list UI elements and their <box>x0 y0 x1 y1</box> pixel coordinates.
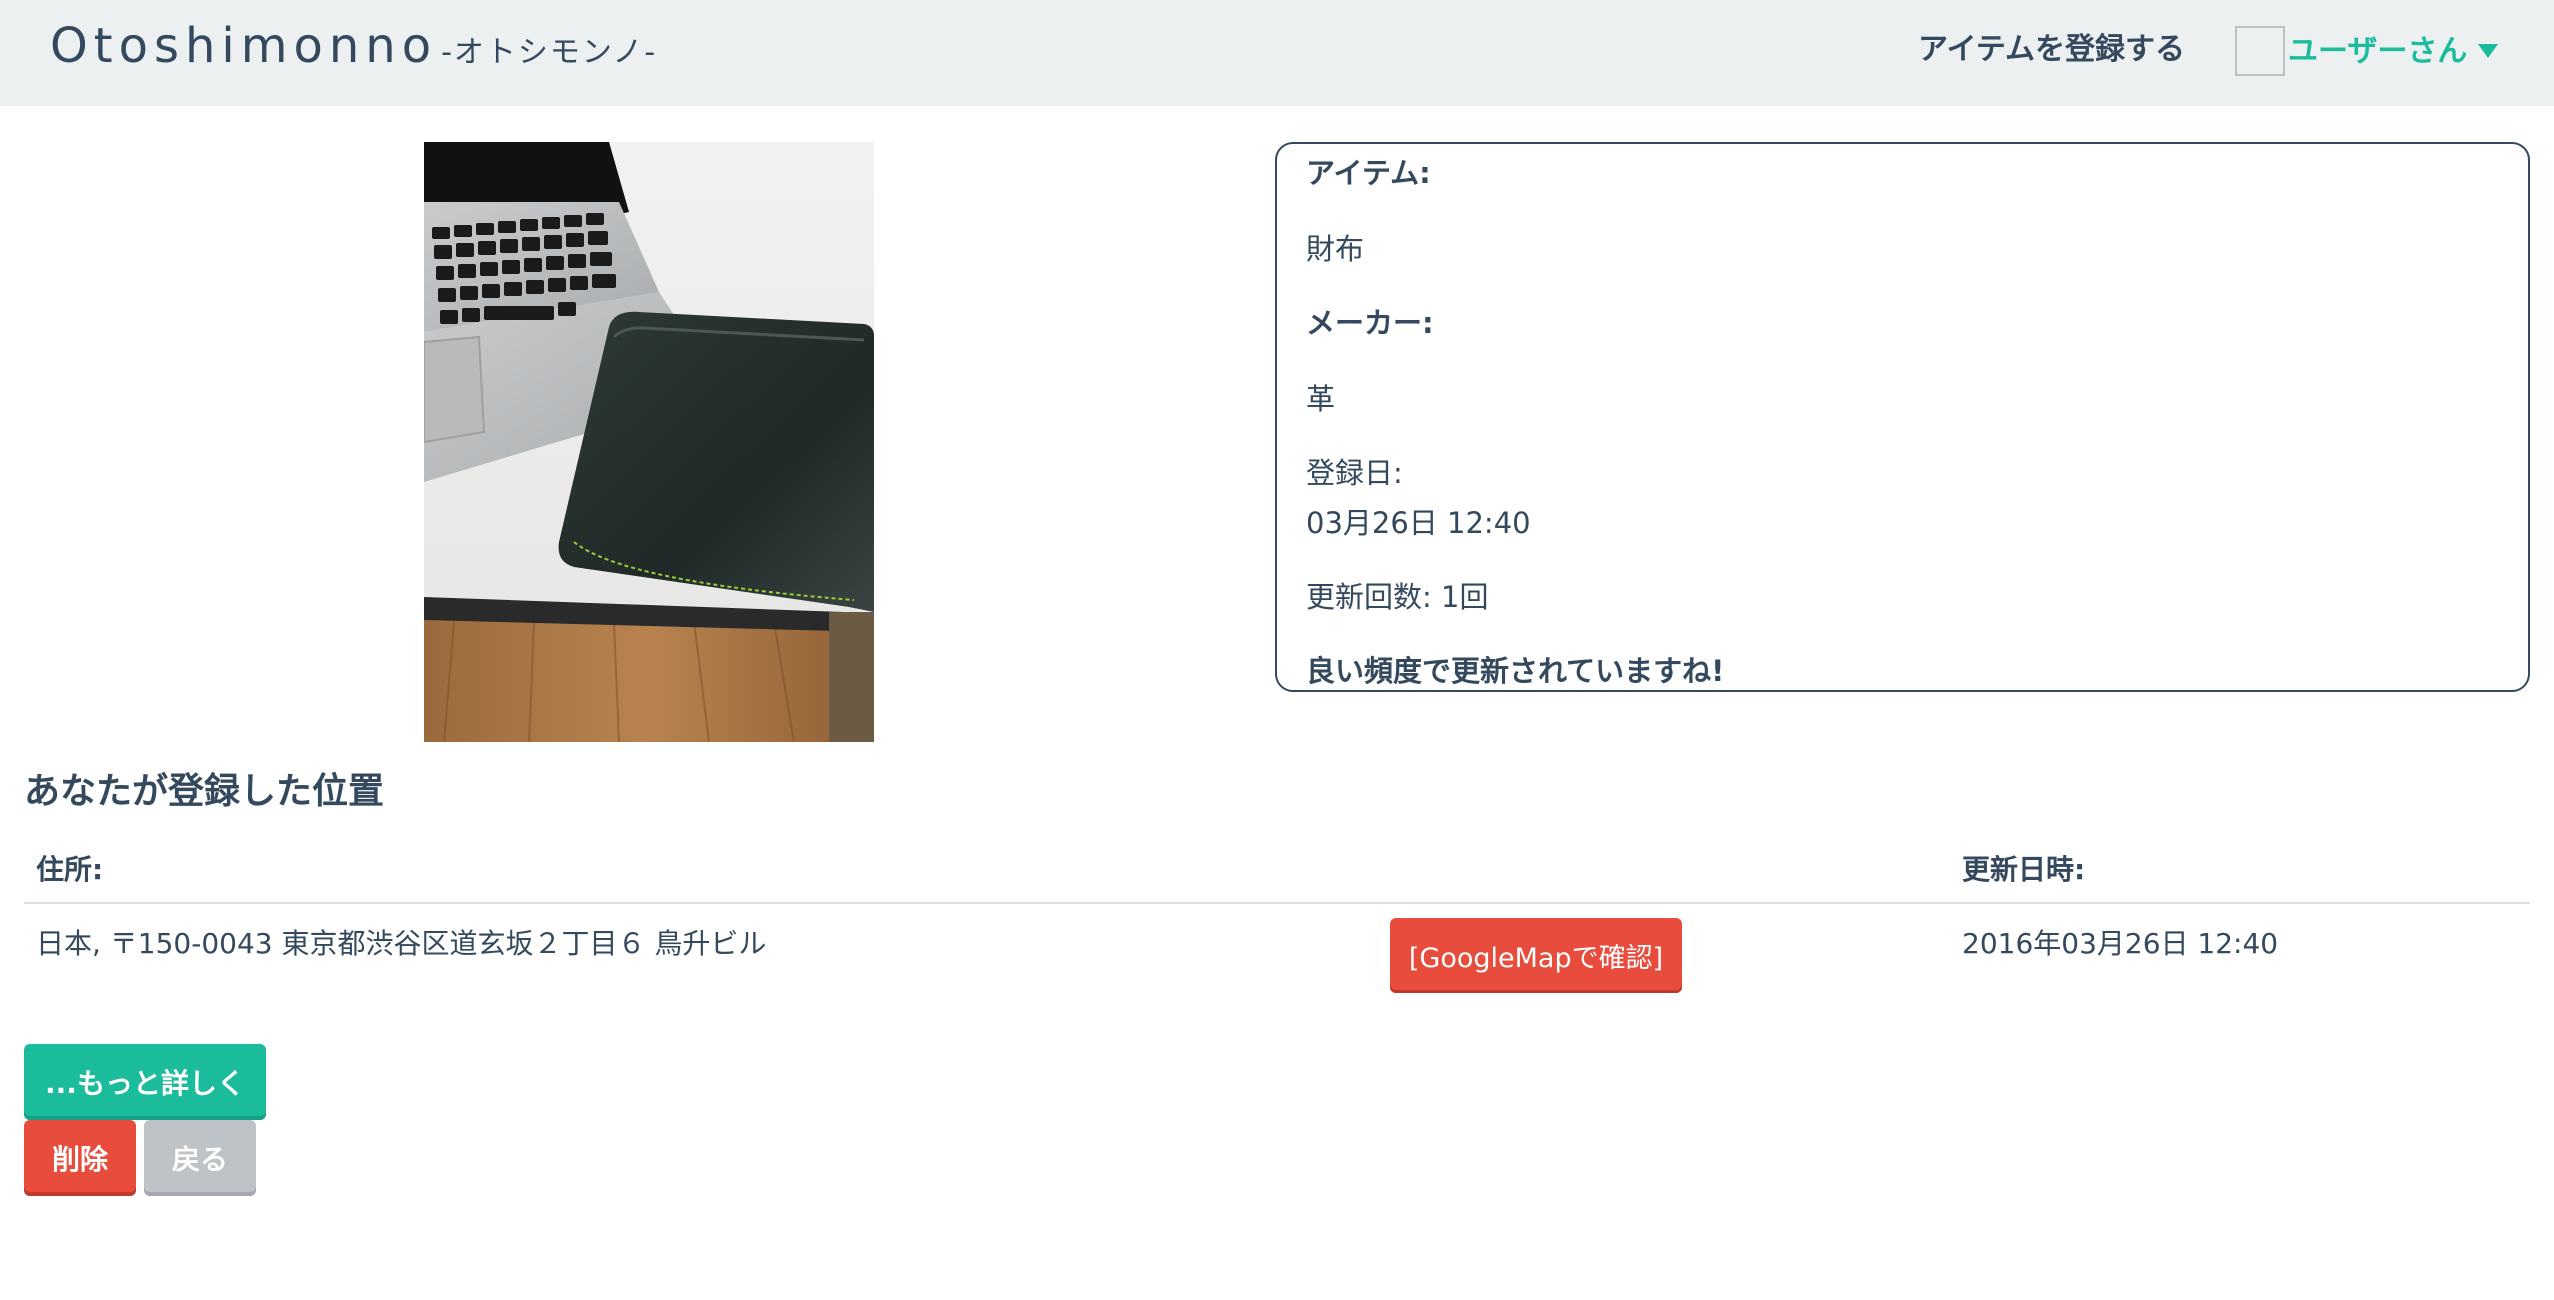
update-message: 良い頻度で更新されていますね! <box>1306 654 1725 688</box>
brand-name: Otoshimonno <box>50 18 438 74</box>
table-divider <box>24 902 2530 904</box>
registered-value: 03月26日 12:40 <box>1306 506 1531 540</box>
navbar: Otoshimonno -オトシモンノ- アイテムを登録する ユーザーさん <box>0 0 2554 106</box>
more-details-button[interactable]: ...もっと詳しく <box>24 1044 266 1120</box>
google-map-button[interactable]: [GoogleMapで確認] <box>1390 918 1682 993</box>
user-avatar[interactable] <box>2235 26 2285 76</box>
updated-cell: 2016年03月26日 12:40 <box>1962 927 2279 960</box>
location-title: あなたが登録した位置 <box>24 771 385 812</box>
brand-subtitle: -オトシモンノ- <box>441 35 658 70</box>
register-item-link[interactable]: アイテムを登録する <box>1918 24 2185 68</box>
address-cell: 日本, 〒150-0043 東京都渋谷区道玄坂２丁目６ 鳥升ビル <box>36 927 767 960</box>
item-detail-panel: アイテム: 財布 メーカー: 革 登録日: 03月26日 12:40 更新回数:… <box>1275 142 2530 692</box>
registered-label: 登録日: <box>1306 456 1403 490</box>
address-header: 住所: <box>36 853 104 886</box>
updated-header: 更新日時: <box>1962 853 2086 886</box>
update-count: 更新回数: 1回 <box>1306 580 1489 614</box>
user-menu-toggle[interactable]: ユーザーさん <box>2288 26 2467 70</box>
maker-label: メーカー: <box>1306 306 1434 340</box>
item-label: アイテム: <box>1306 156 1431 190</box>
maker-value: 革 <box>1306 382 1336 416</box>
back-button[interactable]: 戻る <box>144 1120 256 1196</box>
caret-down-icon[interactable] <box>2478 44 2498 58</box>
item-value: 財布 <box>1306 232 1365 266</box>
item-photo <box>424 142 874 742</box>
delete-button[interactable]: 削除 <box>24 1120 136 1196</box>
brand-logo[interactable]: Otoshimonno -オトシモンノ- <box>50 18 657 74</box>
